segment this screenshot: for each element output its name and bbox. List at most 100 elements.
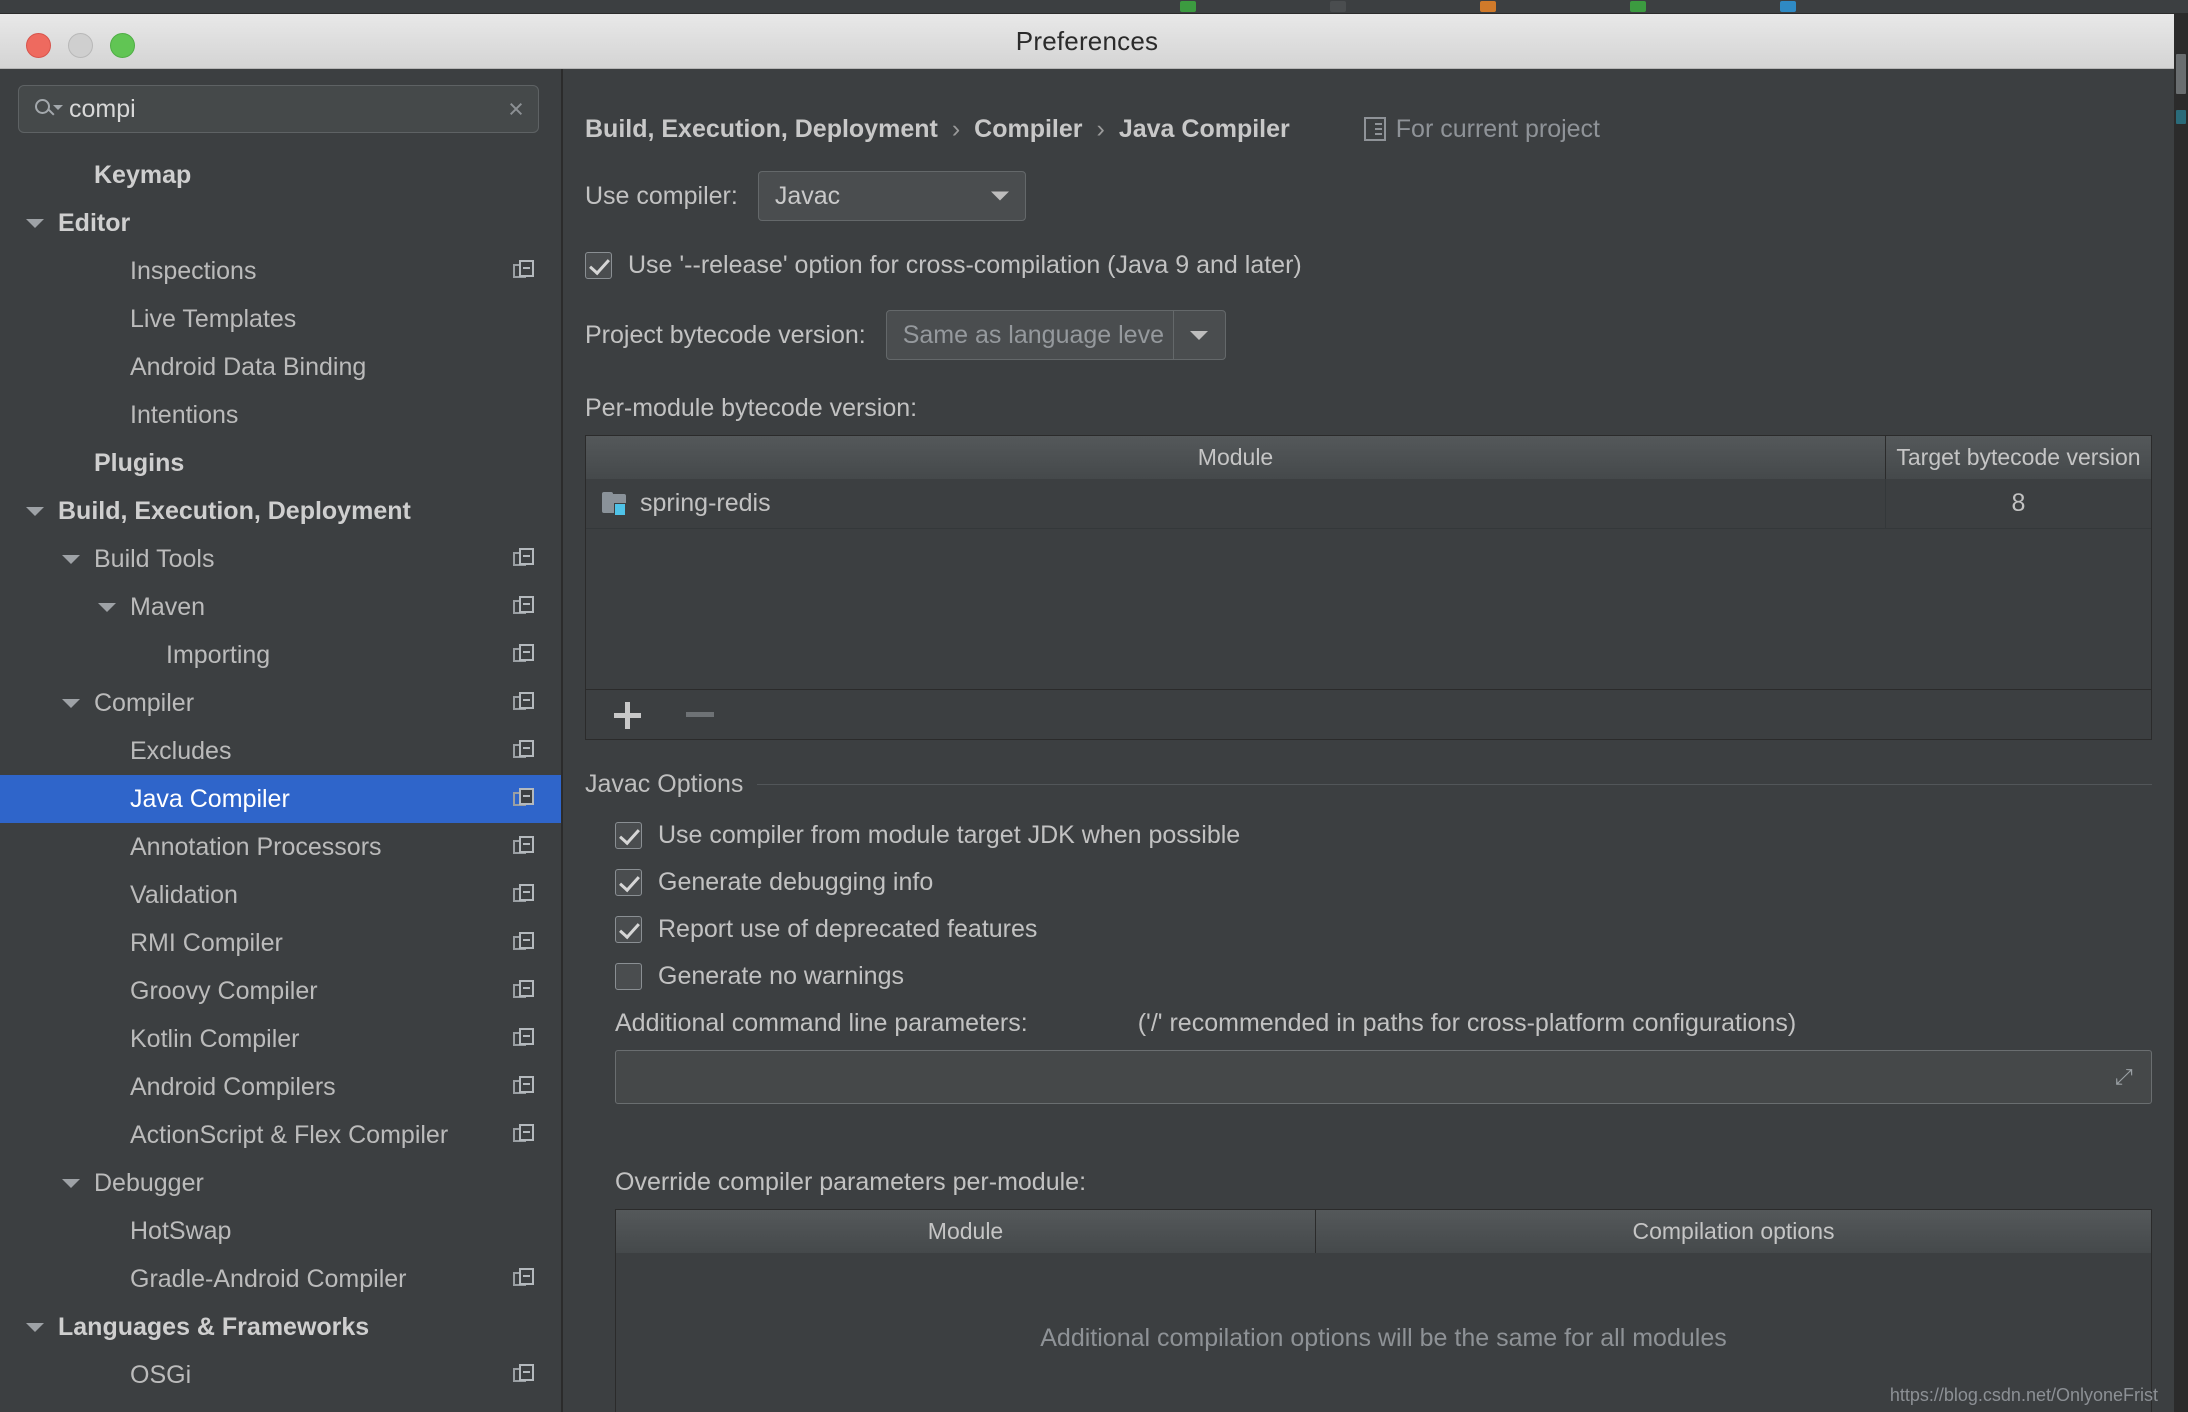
javac-option-checkbox[interactable] <box>615 963 642 990</box>
column-header-compilation-options[interactable]: Compilation options <box>1316 1210 2151 1253</box>
chevron-down-icon[interactable] <box>60 535 82 583</box>
module-table-toolbar <box>585 690 2152 740</box>
sidebar-item-label: Java Compiler <box>130 784 290 813</box>
chevron-down-icon[interactable] <box>24 1399 46 1412</box>
javac-option-row[interactable]: Generate no warnings <box>615 962 2174 991</box>
chevron-down-icon[interactable] <box>96 583 118 631</box>
sidebar-item-hotswap[interactable]: HotSwap <box>0 1207 561 1255</box>
use-compiler-value: Javac <box>774 181 841 210</box>
sidebar-item-plugins[interactable]: Plugins <box>0 439 561 487</box>
sidebar-item-label: Build Tools <box>94 544 215 573</box>
sidebar-item-java-compiler[interactable]: Java Compiler <box>0 775 561 823</box>
sidebar-item-label: Importing <box>166 640 271 669</box>
sidebar-item-android-data-binding[interactable]: Android Data Binding <box>0 343 561 391</box>
breadcrumb-item-0[interactable]: Build, Execution, Deployment <box>585 115 938 144</box>
copy-settings-icon[interactable] <box>513 1028 535 1050</box>
copy-settings-icon[interactable] <box>513 884 535 906</box>
copy-settings-icon[interactable] <box>513 932 535 954</box>
copy-settings-icon[interactable] <box>513 836 535 858</box>
sidebar-item-other-settings[interactable]: Other Settings <box>0 1399 561 1412</box>
javac-options-title: Javac Options <box>585 770 744 798</box>
javac-option-row[interactable]: Use compiler from module target JDK when… <box>615 821 2174 850</box>
sidebar-item-android-compilers[interactable]: Android Compilers <box>0 1063 561 1111</box>
copy-settings-icon[interactable] <box>513 1124 535 1146</box>
maximize-button[interactable] <box>110 33 135 58</box>
sidebar-item-kotlin-compiler[interactable]: Kotlin Compiler <box>0 1015 561 1063</box>
copy-settings-icon[interactable] <box>513 692 535 714</box>
cell-module[interactable]: spring-redis <box>586 479 1886 528</box>
copy-settings-icon[interactable] <box>513 260 535 282</box>
javac-option-label: Generate no warnings <box>658 962 904 990</box>
sidebar-item-compiler[interactable]: Compiler <box>0 679 561 727</box>
javac-option-row[interactable]: Report use of deprecated features <box>615 915 2174 944</box>
search-box[interactable]: × <box>18 85 539 133</box>
override-table-empty-message: Additional compilation options will be t… <box>1040 1323 1727 1352</box>
chevron-down-icon[interactable] <box>24 199 46 247</box>
copy-settings-icon[interactable] <box>513 1076 535 1098</box>
sidebar-item-groovy-compiler[interactable]: Groovy Compiler <box>0 967 561 1015</box>
expand-editor-icon[interactable]: ⤢ <box>2115 1066 2137 1088</box>
ide-marker <box>2176 110 2186 124</box>
sidebar-item-debugger[interactable]: Debugger <box>0 1159 561 1207</box>
copy-settings-icon[interactable] <box>513 596 535 618</box>
ide-toolbar-icon <box>1180 1 1196 12</box>
copy-settings-icon[interactable] <box>513 980 535 1002</box>
ide-scrollbar-mark <box>2176 54 2186 94</box>
javac-option-checkbox[interactable] <box>615 822 642 849</box>
sidebar-item-live-templates[interactable]: Live Templates <box>0 295 561 343</box>
copy-settings-icon[interactable] <box>513 740 535 762</box>
column-header-module[interactable]: Module <box>586 436 1886 479</box>
chevron-down-icon[interactable] <box>60 679 82 727</box>
sidebar-item-importing[interactable]: Importing <box>0 631 561 679</box>
minimize-button[interactable] <box>68 33 93 58</box>
sidebar-item-gradle-android-compiler[interactable]: Gradle-Android Compiler <box>0 1255 561 1303</box>
close-button[interactable] <box>26 33 51 58</box>
sidebar-item-build-tools[interactable]: Build Tools <box>0 535 561 583</box>
search-icon <box>35 98 63 120</box>
remove-module-button[interactable] <box>686 712 714 717</box>
sidebar-item-languages-frameworks[interactable]: Languages & Frameworks <box>0 1303 561 1351</box>
project-bytecode-select[interactable]: Same as language leve <box>885 310 1226 360</box>
use-compiler-select[interactable]: Javac <box>757 171 1026 221</box>
sidebar-item-build-execution-deployment[interactable]: Build, Execution, Deployment <box>0 487 561 535</box>
javac-options-list: Use compiler from module target JDK when… <box>615 821 2174 991</box>
javac-option-label: Report use of deprecated features <box>658 915 1038 943</box>
copy-settings-icon[interactable] <box>513 644 535 666</box>
sidebar-item-maven[interactable]: Maven <box>0 583 561 631</box>
copy-settings-icon[interactable] <box>513 548 535 570</box>
javac-option-label: Generate debugging info <box>658 868 934 896</box>
javac-option-checkbox[interactable] <box>615 869 642 896</box>
sidebar-item-excludes[interactable]: Excludes <box>0 727 561 775</box>
clear-search-icon[interactable]: × <box>494 86 538 132</box>
sidebar-item-validation[interactable]: Validation <box>0 871 561 919</box>
column-header-module[interactable]: Module <box>616 1210 1316 1253</box>
scope-indicator: For current project <box>1363 115 1600 144</box>
sidebar-item-rmi-compiler[interactable]: RMI Compiler <box>0 919 561 967</box>
chevron-down-icon[interactable] <box>60 1159 82 1207</box>
release-option-checkbox-row[interactable]: Use '--release' option for cross-compila… <box>585 251 2174 280</box>
add-module-button[interactable] <box>612 700 642 730</box>
sidebar-item-annotation-processors[interactable]: Annotation Processors <box>0 823 561 871</box>
search-input[interactable] <box>61 94 494 124</box>
sidebar-item-actionscript-flex-compiler[interactable]: ActionScript & Flex Compiler <box>0 1111 561 1159</box>
sidebar-item-keymap[interactable]: Keymap <box>0 151 561 199</box>
copy-settings-icon[interactable] <box>513 1268 535 1290</box>
chevron-down-icon[interactable] <box>24 1303 46 1351</box>
breadcrumb-item-1[interactable]: Compiler <box>974 115 1082 144</box>
sidebar-item-intentions[interactable]: Intentions <box>0 391 561 439</box>
additional-params-field[interactable]: ⤢ <box>615 1050 2152 1104</box>
chevron-down-icon[interactable] <box>24 487 46 535</box>
javac-option-row[interactable]: Generate debugging info <box>615 868 2174 897</box>
copy-settings-icon[interactable] <box>513 1364 535 1386</box>
sidebar-item-inspections[interactable]: Inspections <box>0 247 561 295</box>
cell-target-version[interactable]: 8 <box>1886 479 2151 528</box>
column-header-target-version[interactable]: Target bytecode version <box>1886 436 2151 479</box>
additional-params-input[interactable] <box>616 1051 2151 1103</box>
copy-settings-icon[interactable] <box>513 788 535 810</box>
sidebar-item-osgi[interactable]: OSGi <box>0 1351 561 1399</box>
table-row[interactable]: spring-redis 8 <box>586 479 2151 529</box>
sidebar-item-editor[interactable]: Editor <box>0 199 561 247</box>
release-option-checkbox[interactable] <box>585 252 612 279</box>
javac-option-checkbox[interactable] <box>615 916 642 943</box>
chevron-down-icon[interactable] <box>1172 311 1225 359</box>
